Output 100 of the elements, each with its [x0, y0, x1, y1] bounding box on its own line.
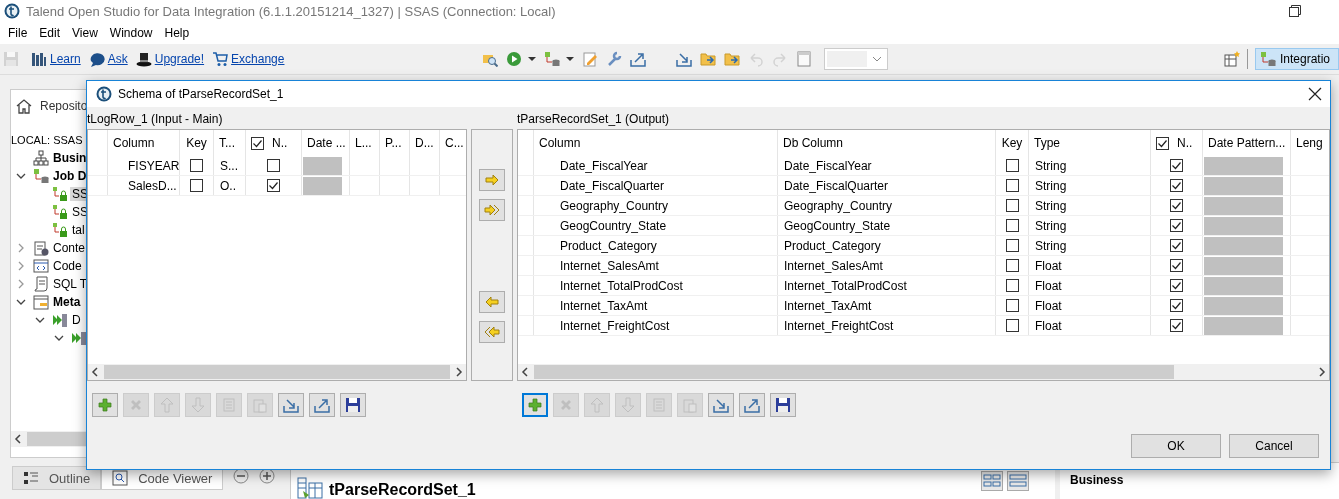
checkbox[interactable]: [1170, 319, 1183, 332]
books-icon[interactable]: [31, 51, 47, 67]
run-icon[interactable]: [506, 51, 523, 67]
dialog-button[interactable]: Cancel: [1229, 434, 1319, 458]
table-cell: S...: [213, 156, 245, 175]
column-header[interactable]: N..: [272, 136, 288, 150]
checkbox[interactable]: [190, 179, 203, 192]
add-button[interactable]: [522, 393, 548, 417]
horizontal-scrollbar[interactable]: [518, 364, 1329, 380]
link[interactable]: Ask: [107, 52, 128, 66]
menu-item[interactable]: Window: [103, 26, 159, 40]
checkbox[interactable]: [1170, 219, 1183, 232]
checkbox[interactable]: [1005, 159, 1019, 172]
grid-layout-icon[interactable]: [981, 470, 1003, 491]
menu-item[interactable]: View: [66, 26, 104, 40]
column-header[interactable]: L...: [355, 136, 372, 150]
job-tree-icon[interactable]: [544, 51, 561, 67]
checkbox[interactable]: [1005, 299, 1019, 312]
column-header[interactable]: Key: [186, 136, 207, 150]
checkbox[interactable]: [1170, 259, 1183, 272]
dialog-button[interactable]: OK: [1131, 434, 1221, 458]
add-button[interactable]: [92, 393, 118, 417]
window-title: Talend Open Studio for Data Integration (6.1.1.20151214_1327) | SSAS (Connection: Local): [26, 3, 556, 19]
code-icon: [33, 258, 49, 274]
tree-item-label[interactable]: Busin: [51, 151, 89, 165]
column-header[interactable]: Key: [1001, 136, 1023, 150]
tree-item-label[interactable]: D: [70, 313, 83, 327]
checkbox[interactable]: [1005, 239, 1019, 252]
save-button[interactable]: [770, 393, 796, 417]
panel-heading: Business: [1070, 473, 1124, 487]
column-header[interactable]: Date Pattern...: [1208, 136, 1286, 150]
table-cell: Float: [1028, 276, 1150, 295]
checkbox[interactable]: [267, 159, 280, 172]
column-header[interactable]: D...: [415, 136, 434, 150]
checkbox[interactable]: [1170, 199, 1183, 212]
checkbox[interactable]: [1156, 136, 1169, 150]
checkbox[interactable]: [267, 179, 280, 192]
column-header[interactable]: P...: [385, 136, 402, 150]
checkbox[interactable]: [1005, 319, 1019, 332]
top-hat-icon[interactable]: [135, 51, 152, 67]
link[interactable]: Learn: [50, 52, 81, 66]
tree-item-label[interactable]: Job D: [51, 169, 89, 183]
folder-arrow-icon[interactable]: [724, 51, 741, 67]
folder-arrow-icon[interactable]: [700, 51, 717, 67]
restore-icon[interactable]: [1289, 5, 1301, 17]
checkbox[interactable]: [1170, 159, 1183, 172]
import-button[interactable]: [708, 393, 734, 417]
job-tree-icon: [33, 168, 49, 184]
wrench-icon[interactable]: [606, 51, 623, 67]
column-header[interactable]: Db Column: [783, 136, 844, 150]
perspective-button[interactable]: Integratio: [1254, 48, 1339, 70]
speech-bubble-icon[interactable]: [88, 51, 105, 67]
table-cell: Float: [1028, 256, 1150, 275]
checkbox[interactable]: [1005, 219, 1019, 232]
tree-item-label[interactable]: Meta: [51, 295, 83, 309]
view-tab[interactable]: Outline: [12, 466, 102, 490]
tree-item-label[interactable]: Conte: [51, 241, 88, 255]
checkbox[interactable]: [1170, 279, 1183, 292]
up-arrow-icon: [589, 397, 605, 413]
menu-item[interactable]: Help: [158, 26, 196, 40]
metadata-icon: [33, 294, 49, 310]
checkbox[interactable]: [1170, 299, 1183, 312]
link[interactable]: Upgrade!: [154, 52, 205, 66]
copy-all-left-button[interactable]: [479, 321, 505, 343]
menu-item[interactable]: Edit: [33, 26, 67, 40]
tree-item-label[interactable]: tal: [70, 223, 87, 237]
new-perspective-icon[interactable]: [1223, 51, 1240, 67]
copy-all-right-button[interactable]: [479, 199, 505, 221]
checkbox[interactable]: [1170, 179, 1183, 192]
checkbox[interactable]: [251, 136, 264, 150]
checkbox[interactable]: [1005, 279, 1019, 292]
import-button[interactable]: [278, 393, 304, 417]
column-header[interactable]: Leng: [1296, 136, 1323, 150]
checkbox[interactable]: [1170, 239, 1183, 252]
cart-icon[interactable]: [212, 51, 229, 67]
checkbox[interactable]: [1005, 259, 1019, 272]
column-header[interactable]: Column: [113, 136, 155, 150]
horizontal-scrollbar[interactable]: [88, 364, 466, 380]
column-header[interactable]: Date ...: [307, 136, 346, 150]
menu-item[interactable]: File: [2, 26, 34, 40]
link[interactable]: Exchange: [231, 52, 285, 66]
export-tray-icon[interactable]: [630, 51, 647, 67]
column-header[interactable]: N..: [1177, 136, 1193, 150]
export-button[interactable]: [309, 393, 335, 417]
zoom-out-icon[interactable]: [233, 468, 250, 484]
import-tray-icon[interactable]: [676, 51, 693, 67]
checkbox[interactable]: [190, 159, 203, 172]
close-icon[interactable]: [1308, 87, 1322, 101]
column-header[interactable]: Type: [1034, 136, 1060, 150]
editor-tab[interactable]: tParseRecordSet_1: [329, 481, 476, 499]
column-header[interactable]: T...: [219, 136, 235, 150]
repository-tab[interactable]: Reposito: [40, 99, 88, 113]
column-header[interactable]: Column: [539, 136, 581, 150]
checkbox[interactable]: [1005, 179, 1019, 192]
list-layout-icon[interactable]: [1007, 470, 1029, 491]
column-header[interactable]: C...: [445, 136, 464, 150]
save-button[interactable]: [340, 393, 366, 417]
checkbox[interactable]: [1005, 199, 1019, 212]
export-button[interactable]: [739, 393, 765, 417]
tree-item-label[interactable]: Code: [51, 259, 84, 273]
